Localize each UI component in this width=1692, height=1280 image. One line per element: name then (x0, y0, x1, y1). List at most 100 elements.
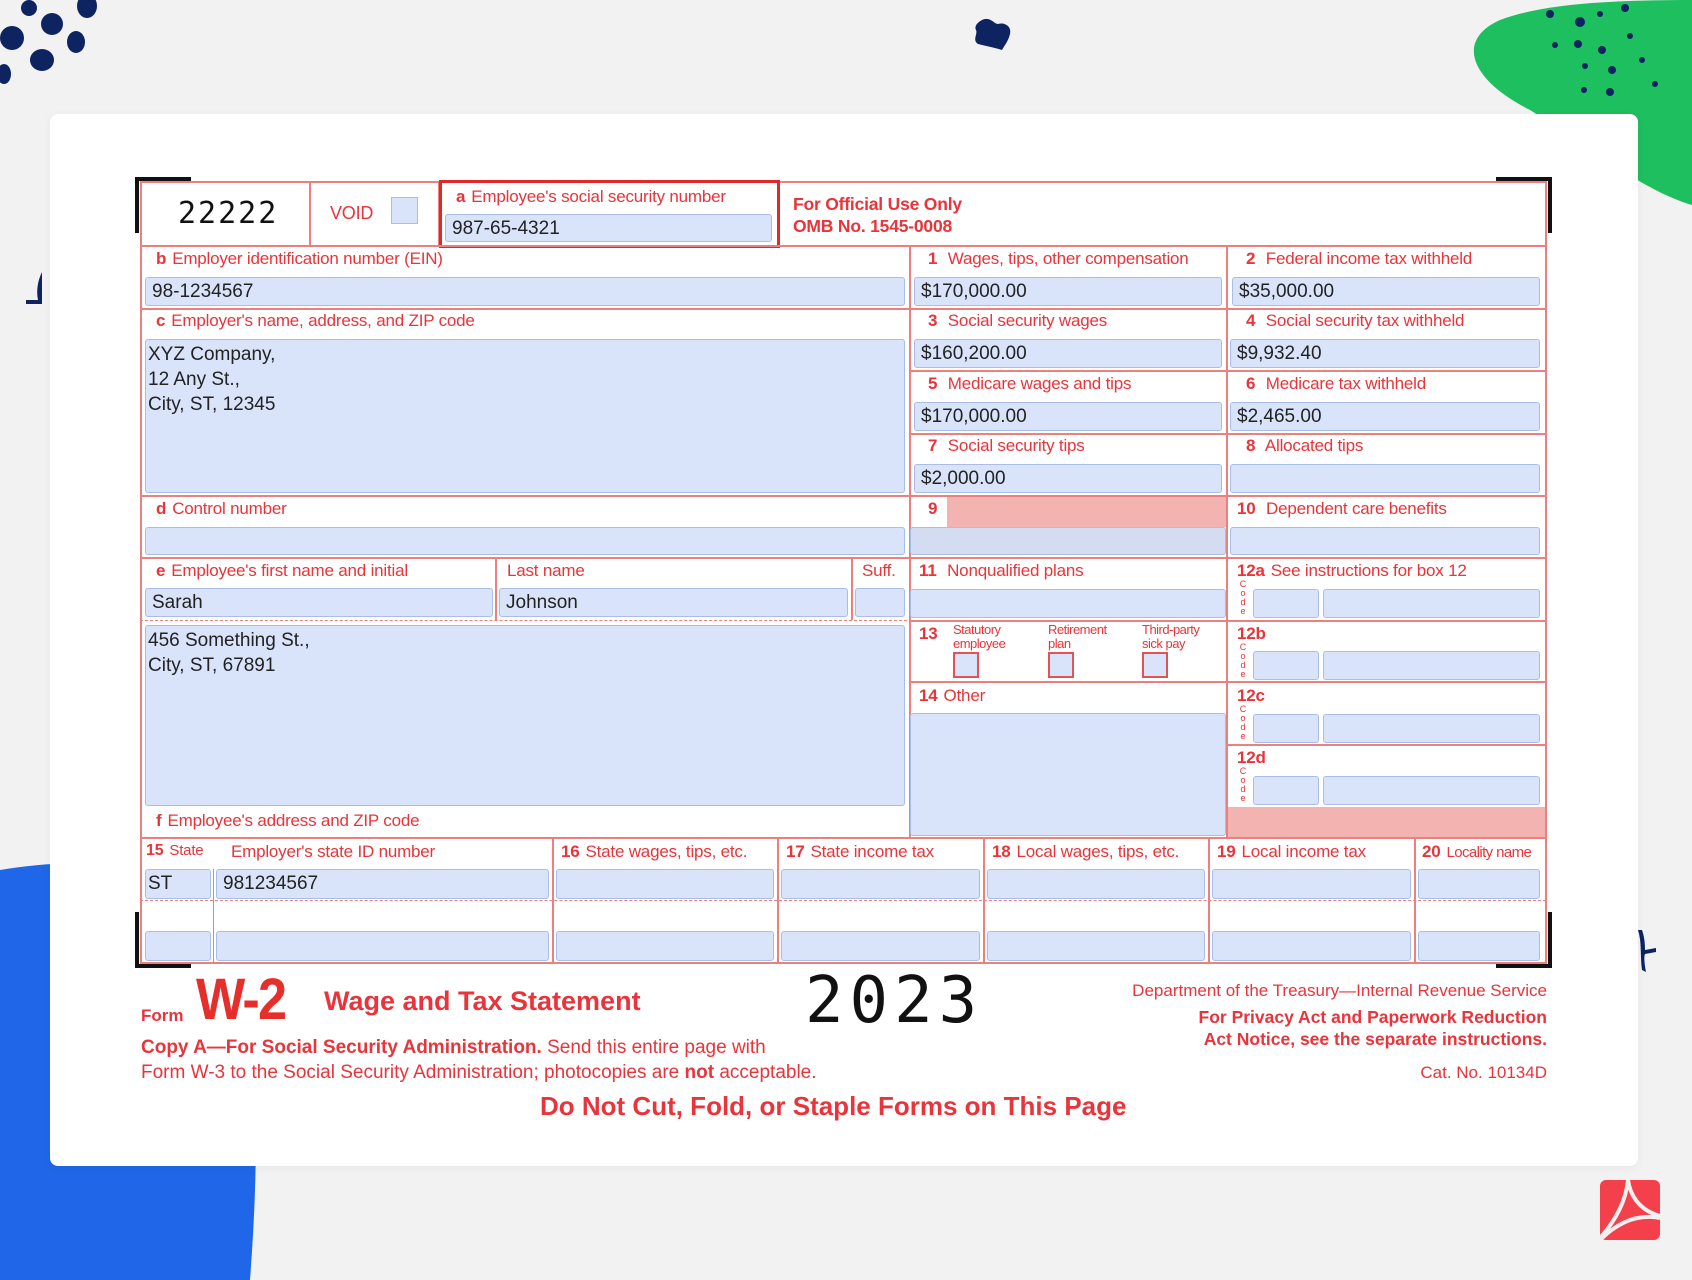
state-1-wages-field[interactable] (556, 869, 774, 899)
box-18-label: 18 Local wages, tips, etc. (992, 842, 1180, 861)
copy-a-notice-line2: Form W-3 to the Social Security Administ… (141, 1062, 817, 1083)
box-12b-amount-field[interactable] (1323, 651, 1540, 680)
box-12a-label: 12a See instructions for box 12 (1237, 561, 1467, 580)
box-8-label: 8 Allocated tips (1246, 436, 1364, 455)
retirement-plan-checkbox[interactable] (1048, 652, 1074, 678)
box-12d-code-caption: Code (1239, 766, 1247, 803)
box-12c-amount-field[interactable] (1323, 714, 1540, 743)
copy-a-notice-line1: Copy A—For Social Security Administratio… (141, 1037, 766, 1058)
box-19-label: 19 Local income tax (1217, 842, 1366, 861)
box-13-label: 13 (919, 624, 938, 643)
box-11-label: 11 Nonqualified plans (919, 561, 1084, 580)
box-1-wages-field[interactable]: $170,000.00 (914, 277, 1222, 306)
box-13-retirement-label: Retirement plan (1048, 622, 1107, 651)
department-line: Department of the Treasury—Internal Reve… (1132, 981, 1547, 1000)
state-2-income-tax-field[interactable] (781, 931, 980, 961)
state-1-field[interactable]: ST (145, 869, 211, 899)
box-16-label: 16 State wages, tips, etc. (561, 842, 748, 861)
statutory-employee-checkbox[interactable] (953, 652, 979, 678)
box-11-nonqualified-field[interactable] (910, 589, 1226, 618)
box-13-statutory-label: Statutory employee (953, 622, 1006, 651)
box-d-label: d Control number (156, 499, 287, 518)
box-7-label: 7 Social security tips (928, 436, 1085, 455)
box-17-label: 17 State income tax (786, 842, 934, 861)
box-8-allocated-tips-field[interactable] (1230, 464, 1540, 493)
box-6-label: 6 Medicare tax withheld (1246, 374, 1427, 393)
box-4-ss-tax-field[interactable]: $9,932.40 (1230, 339, 1540, 368)
acrobat-glyph-icon (1600, 1180, 1660, 1240)
employee-first-name-field[interactable]: Sarah (145, 588, 493, 617)
privacy-notice-line2: Act Notice, see the separate instruction… (1203, 1029, 1547, 1049)
box-3-ss-wages-field[interactable]: $160,200.00 (914, 339, 1222, 368)
box-12d-code-field[interactable] (1253, 776, 1319, 805)
box-10-dependent-care-field[interactable] (1230, 527, 1540, 555)
box-12-shaded-area (1228, 807, 1545, 837)
box-6-medicare-tax-field[interactable]: $2,465.00 (1230, 402, 1540, 431)
box-b-label: b Employer identification number (EIN) (156, 249, 443, 268)
box-2-label: 2 Federal income tax withheld (1246, 249, 1473, 268)
state-1-id-field[interactable]: 981234567 (216, 869, 549, 899)
box-a-label: a Employee's social security number (456, 187, 726, 206)
box-5-medicare-wages-field[interactable]: $170,000.00 (914, 402, 1222, 431)
box-12b-label: 12b (1237, 624, 1266, 643)
control-number-field[interactable] (145, 527, 905, 555)
decorative-navy-mark-left (26, 272, 42, 304)
void-checkbox[interactable] (391, 197, 418, 224)
ssn-field[interactable]: 987-65-4321 (445, 214, 772, 242)
decorative-navy-splat (975, 18, 1011, 50)
box-14-other-field[interactable] (910, 713, 1226, 836)
omb-number: OMB No. 1545-0008 (793, 216, 953, 236)
box-5-label: 5 Medicare wages and tips (928, 374, 1132, 393)
state-2-id-field[interactable] (216, 931, 549, 961)
box-9-field (910, 527, 1226, 555)
box-12d-amount-field[interactable] (1323, 776, 1540, 805)
box-12a-amount-field[interactable] (1323, 589, 1540, 618)
state-1-income-tax-field[interactable] (781, 869, 980, 899)
decorative-navy-mark-right (1638, 930, 1656, 972)
acrobat-pdf-icon[interactable] (1600, 1180, 1660, 1240)
box-12c-code-field[interactable] (1253, 714, 1319, 743)
form-name: W-2 (196, 967, 287, 1032)
local-1-wages-field[interactable] (987, 869, 1205, 899)
box-12b-code-field[interactable] (1253, 651, 1319, 680)
privacy-notice-line1: For Privacy Act and Paperwork Reduction (1198, 1007, 1547, 1027)
box-e-last-label: Last name (507, 561, 585, 580)
local-2-income-tax-field[interactable] (1212, 931, 1411, 961)
state-2-field[interactable] (145, 931, 211, 961)
locality-2-field[interactable] (1418, 931, 1540, 961)
box-12b-code-caption: Code (1239, 642, 1247, 679)
cat-number: Cat. No. 10134D (1420, 1063, 1547, 1082)
box-9-shaded (947, 497, 1226, 527)
box-c-label: c Employer's name, address, and ZIP code (156, 311, 475, 330)
control-code: 22222 (178, 196, 279, 231)
form-word: Form (141, 1006, 184, 1025)
registration-mark-top-right (1496, 177, 1552, 233)
third-party-sick-pay-checkbox[interactable] (1142, 652, 1168, 678)
employee-last-name-field[interactable]: Johnson (499, 588, 848, 617)
official-use-line1: For Official Use Only (793, 194, 962, 214)
box-7-ss-tips-field[interactable]: $2,000.00 (914, 464, 1222, 493)
void-label: VOID (330, 203, 374, 223)
local-1-income-tax-field[interactable] (1212, 869, 1411, 899)
box-e-suff-label: Suff. (862, 561, 896, 580)
state-2-wages-field[interactable] (556, 931, 774, 961)
employee-suffix-field[interactable] (855, 588, 905, 617)
box-12a-code-field[interactable] (1253, 589, 1319, 618)
tax-year: 2023 (805, 964, 984, 1038)
box-2-federal-tax-field[interactable]: $35,000.00 (1232, 277, 1540, 306)
box-1-label: 1 Wages, tips, other compensation (928, 249, 1189, 268)
box-3-label: 3 Social security wages (928, 311, 1108, 330)
decorative-navy-dots (0, 0, 97, 84)
box-12a-code-caption: Code (1239, 579, 1247, 616)
employer-address-field[interactable]: XYZ Company, 12 Any St., City, ST, 12345 (145, 339, 905, 493)
box-10-label: 10 Dependent care benefits (1237, 499, 1447, 518)
box-14-label: 14 Other (919, 686, 986, 705)
locality-1-field[interactable] (1418, 869, 1540, 899)
box-20-label: 20 Locality name (1422, 842, 1532, 861)
ein-field[interactable]: 98-1234567 (145, 277, 905, 306)
box-4-label: 4 Social security tax withheld (1246, 311, 1465, 330)
local-2-wages-field[interactable] (987, 931, 1205, 961)
employee-address-field[interactable]: 456 Something St., City, ST, 67891 (145, 625, 905, 806)
box-12d-label: 12d (1237, 748, 1266, 767)
box-15-state-id-label: Employer's state ID number (231, 842, 436, 861)
